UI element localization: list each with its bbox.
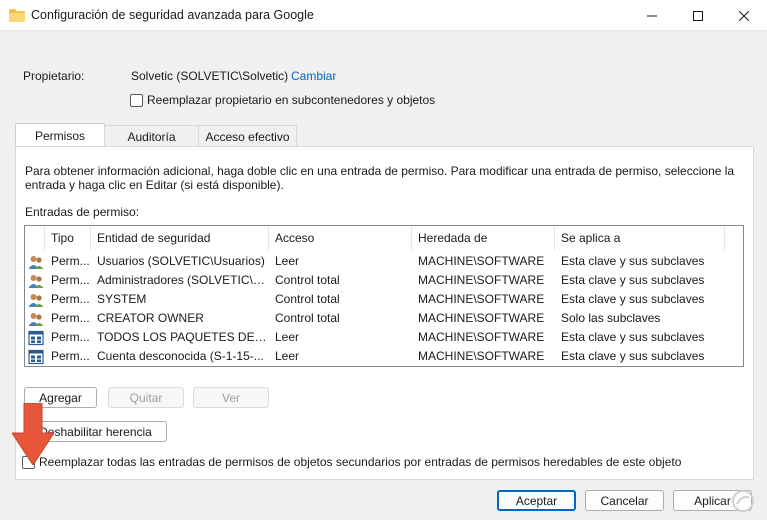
header-heredada[interactable]: Heredada de — [412, 226, 555, 250]
cell-tipo: Perm... — [51, 330, 90, 344]
cell-aplica: Esta clave y sus subclaves — [561, 273, 705, 287]
header-icon-col — [26, 226, 45, 250]
title-bar: Configuración de seguridad avanzada para… — [0, 0, 767, 31]
cell-entidad: Cuenta desconocida (S-1-15-... — [97, 349, 264, 363]
cell-entidad: Usuarios (SOLVETIC\Usuarios) — [97, 254, 265, 268]
header-entidad[interactable]: Entidad de seguridad — [91, 226, 269, 250]
remove-button-label: Quitar — [129, 390, 163, 405]
app-package-icon — [26, 328, 46, 347]
replace-all-label: Reemplazar todas las entradas de permiso… — [39, 455, 682, 469]
cell-acceso: Leer — [275, 349, 300, 363]
cell-aplica: Solo las subclaves — [561, 311, 661, 325]
tab-permisos-label: Permisos — [34, 128, 85, 143]
users-icon — [26, 271, 46, 290]
cell-tipo: Perm... — [51, 273, 90, 287]
cell-entidad: Administradores (SOLVETIC\A... — [97, 273, 269, 287]
remove-button[interactable]: Quitar — [108, 387, 184, 408]
cancel-button-label: Cancelar — [600, 493, 649, 508]
cell-aplica: Esta clave y sus subclaves — [561, 292, 705, 306]
disable-inheritance-label: Deshabilitar herencia — [39, 424, 152, 439]
permission-entries-table[interactable]: Tipo Entidad de seguridad Acceso Heredad… — [24, 225, 744, 367]
cell-acceso: Control total — [275, 311, 340, 325]
owner-value: Solvetic (SOLVETIC\Solvetic) — [131, 69, 289, 83]
close-icon — [739, 10, 749, 21]
table-row[interactable]: Perm... TODOS LOS PAQUETES DE AP... Leer MA… — [25, 328, 743, 347]
cell-heredada: MACHINE\SOFTWARE — [418, 311, 545, 325]
ok-button[interactable]: Aceptar — [497, 490, 576, 511]
cell-entidad: SYSTEM — [97, 292, 147, 306]
app-package-icon — [26, 347, 46, 366]
cell-entidad: TODOS LOS PAQUETES DE AP... — [97, 330, 269, 344]
replace-owner-checkbox[interactable] — [130, 93, 143, 107]
cell-heredada: MACHINE\SOFTWARE — [418, 273, 545, 287]
ok-button-label: Aceptar — [515, 493, 558, 508]
permissions-panel: Para obtener información adicional, haga… — [15, 146, 754, 480]
cell-tipo: Perm... — [51, 311, 90, 325]
users-icon — [26, 309, 46, 328]
table-row[interactable]: Perm... Usuarios (SOLVETIC\Usuarios) Leer M… — [25, 252, 743, 271]
header-aplica[interactable]: Se aplica a — [555, 226, 725, 250]
window-title: Configuración de seguridad avanzada para… — [31, 8, 314, 22]
close-button[interactable] — [721, 0, 767, 31]
table-header: Tipo Entidad de seguridad Acceso Heredad… — [25, 226, 743, 250]
maximize-button[interactable] — [675, 0, 721, 31]
replace-owner-label: Reemplazar propietario en subcontenedore… — [147, 93, 436, 107]
folder-icon — [9, 9, 25, 22]
tab-permisos[interactable]: Permisos — [15, 123, 105, 147]
replace-owner-row[interactable]: Reemplazar propietario en subcontenedore… — [130, 93, 435, 107]
tab-auditoria[interactable]: Auditoría — [104, 125, 199, 147]
cell-heredada: MACHINE\SOFTWARE — [418, 292, 545, 306]
tab-acceso-label: Acceso efectivo — [205, 129, 290, 144]
cell-heredada: MACHINE\SOFTWARE — [418, 349, 545, 363]
cell-heredada: MACHINE\SOFTWARE — [418, 254, 545, 268]
table-row[interactable]: Perm... CREATOR OWNER Control total MACHINE… — [25, 309, 743, 328]
header-tipo[interactable]: Tipo — [45, 226, 91, 250]
cell-acceso: Leer — [275, 330, 300, 344]
entries-label: Entradas de permiso: — [25, 205, 140, 219]
cell-heredada: MACHINE\SOFTWARE — [418, 330, 545, 344]
cell-aplica: Esta clave y sus subclaves — [561, 254, 705, 268]
watermark-logo-icon — [732, 490, 754, 512]
users-icon — [26, 252, 46, 271]
cell-acceso: Control total — [275, 273, 340, 287]
minimize-button[interactable] — [629, 0, 675, 31]
maximize-icon — [693, 10, 703, 21]
tab-auditoria-label: Auditoría — [127, 129, 176, 144]
cell-entidad: CREATOR OWNER — [97, 311, 204, 325]
view-button[interactable]: Ver — [193, 387, 269, 408]
info-text: Para obtener información adicional, haga… — [25, 164, 735, 192]
table-row[interactable]: Perm... Administradores (SOLVETIC\A... Con… — [25, 271, 743, 290]
view-button-label: Ver — [221, 390, 240, 405]
cell-acceso: Leer — [275, 254, 300, 268]
cell-acceso: Control total — [275, 292, 340, 306]
header-acceso[interactable]: Acceso — [269, 226, 412, 250]
cell-tipo: Perm... — [51, 254, 90, 268]
cancel-button[interactable]: Cancelar — [585, 490, 664, 511]
red-arrow-annotation — [12, 403, 54, 465]
table-row[interactable]: Perm... Cuenta desconocida (S-1-15-... Lee… — [25, 347, 743, 366]
cell-tipo: Perm... — [51, 349, 90, 363]
cell-tipo: Perm... — [51, 292, 90, 306]
owner-label: Propietario: — [23, 69, 85, 83]
users-icon — [26, 290, 46, 309]
tab-acceso-efectivo[interactable]: Acceso efectivo — [198, 125, 297, 147]
change-owner-link[interactable]: Cambiar — [291, 69, 336, 83]
cell-aplica: Esta clave y sus subclaves — [561, 330, 705, 344]
minimize-icon — [647, 15, 657, 16]
table-row[interactable]: Perm... SYSTEM Control total MACHINE\SOFTWA… — [25, 290, 743, 309]
replace-all-row[interactable]: Reemplazar todas las entradas de permiso… — [22, 455, 681, 469]
cell-aplica: Esta clave y sus subclaves — [561, 349, 705, 363]
